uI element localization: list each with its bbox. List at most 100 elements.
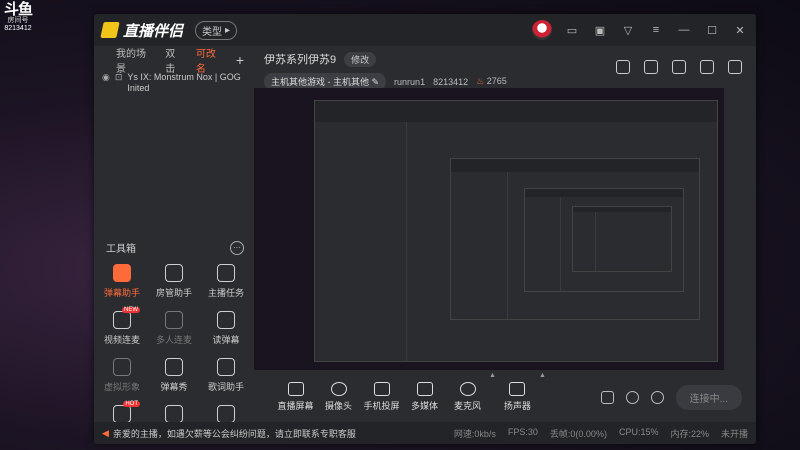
live-status: 未开播 <box>720 428 748 439</box>
camera-icon <box>330 382 347 396</box>
tab-rename[interactable]: 可改名 <box>196 45 224 75</box>
new-badge: NEW <box>122 307 140 313</box>
tool-label: 读弹幕 <box>212 335 240 345</box>
read-icon <box>217 311 235 329</box>
gift-box-icon[interactable] <box>616 60 630 74</box>
media-icon <box>416 382 433 396</box>
fire-icon: ♨ <box>476 76 485 86</box>
menu-icon[interactable]: ≡ <box>648 22 664 38</box>
dropped-frames: 丢帧:0(0.00%) <box>549 428 607 439</box>
bell-icon[interactable] <box>700 60 714 74</box>
app-window: 直播伴侣 类型 ▸ ▭ ▣ ▽ ≡ — ☐ ✕ 我的场景 双击 可改名 + ◉ … <box>94 14 756 444</box>
gift-icon: HOT <box>113 401 140 423</box>
camera-button[interactable]: 摄像头 <box>317 382 360 412</box>
stream-preview[interactable] <box>254 88 724 370</box>
microphone-icon <box>459 382 476 396</box>
tool-label: 虚拟形象 <box>103 382 140 392</box>
microphone-button[interactable]: 麦克风 <box>446 382 489 412</box>
category-label: 主机其他游戏 - 主机其他 <box>271 77 369 87</box>
tool-danmu-assistant[interactable]: 弹幕助手 <box>96 264 148 299</box>
tool-label: 房管助手 <box>155 288 192 298</box>
eye-icon[interactable]: ◉ <box>102 72 110 94</box>
tool-danmu-show[interactable]: 弹幕秀 <box>148 358 200 393</box>
screen-capture-button[interactable]: 直播屏幕 <box>274 382 317 412</box>
brand-logo-icon <box>100 22 120 38</box>
phone-cast-button[interactable]: 手机投屏 <box>360 382 403 412</box>
tool-read-danmu[interactable]: 读弹幕 <box>200 311 252 346</box>
control-label: 直播屏幕 <box>277 401 314 411</box>
car-icon <box>217 405 235 423</box>
add-scene-button[interactable]: + <box>236 52 244 68</box>
message-icon[interactable]: ▭ <box>564 22 580 38</box>
hot-badge: HOT <box>123 401 140 407</box>
brand: 直播伴侣 <box>100 20 184 41</box>
tool-hot[interactable]: HOT <box>96 401 148 423</box>
toolbox-header: 工具箱 ··· <box>106 240 244 255</box>
preview-toggle-icon[interactable] <box>625 390 639 404</box>
window-icon[interactable] <box>672 60 686 74</box>
watermark-sub: 房间号 <box>7 17 29 24</box>
tool-video-link[interactable]: NEW 视频连麦 <box>96 307 148 346</box>
heat-value: 2765 <box>486 76 507 86</box>
tool-anchor-task[interactable]: 主播任务 <box>200 264 252 299</box>
status-bar: ◀ 亲爱的主播，如遇欠薪等公会纠纷问题，请立即联系专职客服 网速:0kb/s F… <box>94 422 756 444</box>
control-bar: 直播屏幕 摄像头 手机投屏 多媒体 麦克风 ▲ 扬声器 ▲ 连接中... <box>254 372 756 418</box>
save-icon[interactable]: ▣ <box>592 22 608 38</box>
tab-my-scenes[interactable]: 我的场景 <box>116 45 153 75</box>
tool-label: 弹幕秀 <box>160 382 188 392</box>
close-icon[interactable]: ✕ <box>732 22 748 38</box>
speaker-icon <box>509 382 526 396</box>
connect-button[interactable]: 连接中... <box>675 384 742 410</box>
tool-label: 歌词助手 <box>207 382 244 392</box>
tool-download[interactable] <box>148 405 200 423</box>
room-title: 伊苏系列伊苏9 <box>264 54 337 66</box>
tool-label: 多人连麦 <box>155 335 192 345</box>
record-icon[interactable] <box>600 390 614 404</box>
tool-label: 主播任务 <box>207 288 244 298</box>
cpu-usage: CPU:15% <box>618 426 659 437</box>
tool-car[interactable] <box>200 405 252 423</box>
source-item[interactable]: ◉ ⊡ Ys IX: Monstrum Nox | GOG Inited <box>94 68 252 94</box>
speaker-icon: ◀ <box>102 427 109 438</box>
tool-room-admin[interactable]: 房管助手 <box>148 264 200 299</box>
tab-double-click[interactable]: 双击 <box>165 45 184 75</box>
user-icon <box>165 264 183 282</box>
mic-dropdown-icon[interactable]: ▲ <box>489 372 496 412</box>
lock-icon[interactable] <box>644 60 658 74</box>
user-name: runrun1 <box>394 76 426 87</box>
tool-lyrics[interactable]: 歌词助手 <box>200 358 252 393</box>
title-bar: 直播伴侣 类型 ▸ ▭ ▣ ▽ ≡ — ☐ ✕ <box>94 14 756 46</box>
memory-usage: 内存:22% <box>670 428 709 439</box>
download-icon <box>113 358 131 376</box>
control-label: 麦克风 <box>453 401 481 411</box>
lock-icon[interactable]: ⊡ <box>115 72 123 94</box>
avatar[interactable] <box>532 20 552 40</box>
download-icon <box>165 311 183 329</box>
media-button[interactable]: 多媒体 <box>403 382 446 412</box>
share-icon[interactable] <box>728 60 742 74</box>
minimize-icon[interactable]: — <box>676 22 692 38</box>
skin-icon[interactable]: ▽ <box>620 22 636 38</box>
source-name: Ys IX: Monstrum Nox | GOG Inited <box>127 72 241 93</box>
watermark-room-number: 8213412 <box>4 25 32 32</box>
more-icon[interactable]: ··· <box>230 240 244 255</box>
notice: ◀ 亲爱的主播，如遇欠薪等公会纠纷问题，请立即联系专职客服 <box>102 427 356 440</box>
control-label: 摄像头 <box>324 401 352 411</box>
type-selector[interactable]: 类型 ▸ <box>195 20 238 40</box>
control-label: 扬声器 <box>503 401 531 411</box>
brand-name: 直播伴侣 <box>123 22 184 40</box>
settings-icon[interactable] <box>650 390 664 404</box>
tool-multi-link[interactable]: 多人连麦 <box>148 311 200 346</box>
speaker-button[interactable]: 扬声器 <box>496 382 539 412</box>
speaker-dropdown-icon[interactable]: ▲ <box>539 372 546 412</box>
edit-title-button[interactable]: 修改 <box>344 51 377 67</box>
room-id: 8213412 <box>433 76 469 87</box>
lyrics-icon <box>217 358 235 376</box>
maximize-icon[interactable]: ☐ <box>704 22 720 38</box>
watermark-logo: 斗鱼 <box>3 1 33 18</box>
notice-text: 亲爱的主播，如遇欠薪等公会纠纷问题，请立即联系专职客服 <box>112 428 356 439</box>
control-label: 多媒体 <box>410 401 438 411</box>
fps: FPS:30 <box>507 426 538 437</box>
tool-avatar[interactable]: 虚拟形象 <box>96 358 148 393</box>
download-icon <box>165 405 183 423</box>
